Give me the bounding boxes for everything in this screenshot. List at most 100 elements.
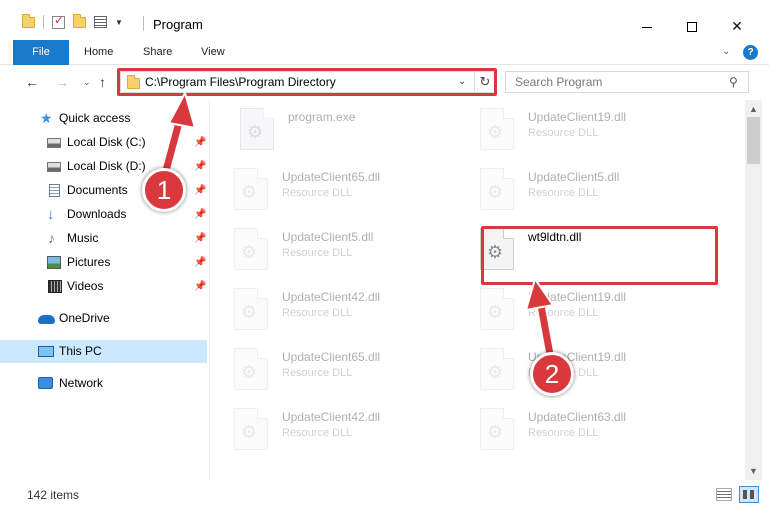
tab-view[interactable]: View: [201, 40, 225, 65]
file-tile[interactable]: ⚙ UpdateClient19.dll Resource DLL: [466, 102, 706, 158]
file-tile[interactable]: ⚙ UpdateClient42.dll Resource DLL: [220, 402, 460, 458]
star-icon: ★: [40, 110, 53, 126]
maximize-button[interactable]: [669, 12, 715, 40]
downloads-icon: ↓: [47, 206, 55, 223]
sidebar-item-label: Local Disk (D:): [67, 159, 146, 173]
search-box[interactable]: Search Program ⚲: [505, 71, 749, 93]
disk-icon: [47, 162, 61, 172]
file-type: Resource DLL: [282, 427, 353, 439]
sidebar-item-music[interactable]: ♪ Music 📌: [0, 227, 207, 250]
pin-icon[interactable]: 📌: [194, 131, 206, 154]
scroll-up-arrow-icon[interactable]: ▲: [749, 104, 758, 114]
dll-file-icon: ⚙: [480, 168, 514, 210]
dll-file-icon: ⚙: [234, 288, 268, 330]
pin-icon[interactable]: 📌: [194, 179, 206, 202]
vertical-scrollbar[interactable]: ▲ ▼: [745, 100, 762, 480]
sidebar-item-network[interactable]: Network: [0, 372, 207, 395]
gear-icon: ⚙: [241, 422, 258, 442]
sidebar-item-local-disk-c[interactable]: Local Disk (C:) 📌: [0, 131, 207, 154]
file-tile[interactable]: ⚙ UpdateClient5.dll Resource DLL: [466, 162, 706, 218]
file-tile[interactable]: ⚙ UpdateClient19.dll Resource DLL: [466, 342, 706, 398]
sidebar-item-pictures[interactable]: Pictures 📌: [0, 251, 207, 274]
gear-icon: ⚙: [241, 302, 258, 322]
videos-icon: [48, 280, 62, 293]
search-icon[interactable]: ⚲: [729, 75, 738, 89]
file-type: Resource DLL: [528, 187, 599, 199]
expand-ribbon-chevron-icon[interactable]: ⌄: [722, 46, 730, 57]
file-type: Resource DLL: [282, 247, 353, 259]
close-button[interactable]: ✕: [714, 12, 760, 40]
status-bar: 142 items: [0, 480, 769, 519]
sidebar-item-this-pc[interactable]: This PC: [0, 340, 207, 363]
search-placeholder[interactable]: Search Program: [515, 75, 602, 89]
pin-icon[interactable]: 📌: [194, 275, 206, 298]
up-arrow-icon[interactable]: ↑: [99, 74, 106, 90]
this-pc-icon: [38, 346, 54, 357]
minimize-button[interactable]: [624, 12, 670, 40]
properties-icon[interactable]: [94, 16, 107, 28]
gear-icon: ⚙: [241, 362, 258, 382]
sidebar-item-label: This PC: [59, 344, 102, 358]
pin-icon[interactable]: 📌: [194, 203, 206, 226]
dll-file-icon: ⚙: [234, 168, 268, 210]
file-tile[interactable]: ⚙ program.exe: [226, 102, 466, 158]
scroll-thumb[interactable]: [747, 117, 760, 164]
sidebar-item-label: Network: [59, 376, 104, 390]
file-tile[interactable]: ⚙ UpdateClient65.dll Resource DLL: [220, 342, 460, 398]
file-tile[interactable]: ⚙ UpdateClient5.dll Resource DLL: [220, 222, 460, 278]
pin-icon[interactable]: 📌: [194, 251, 206, 274]
gear-icon: ⚙: [247, 122, 264, 142]
gear-icon: ⚙: [487, 302, 504, 322]
large-icons-view-icon[interactable]: [739, 486, 759, 503]
recent-locations-chevron-icon[interactable]: ⌄: [83, 77, 91, 88]
dll-file-icon: ⚙: [480, 288, 514, 330]
file-name: UpdateClient5.dll: [282, 230, 374, 244]
file-tile[interactable]: ⚙ UpdateClient65.dll Resource DLL: [220, 162, 460, 218]
tab-home[interactable]: Home: [84, 40, 113, 65]
sidebar-item-quick-access[interactable]: ★ Quick access: [0, 107, 207, 130]
gear-icon: ⚙: [487, 422, 504, 442]
sidebar-item-videos[interactable]: Videos 📌: [0, 275, 207, 298]
sidebar-item-onedrive[interactable]: OneDrive: [0, 307, 207, 330]
gear-icon: ⚙: [241, 182, 258, 202]
file-tile[interactable]: ⚙ UpdateClient42.dll Resource DLL: [220, 282, 460, 338]
dll-file-icon: ⚙: [234, 408, 268, 450]
pin-icon[interactable]: 📌: [194, 155, 206, 178]
file-name: UpdateClient65.dll: [282, 170, 381, 184]
back-arrow-icon[interactable]: ←: [25, 74, 39, 90]
dll-file-icon: ⚙: [234, 348, 268, 390]
help-icon[interactable]: ?: [743, 45, 758, 60]
pin-icon[interactable]: 📌: [194, 227, 206, 250]
new-folder-icon[interactable]: [73, 13, 86, 28]
details-view-icon[interactable]: [716, 488, 732, 501]
file-type: Resource DLL: [528, 127, 599, 139]
dll-file-icon: ⚙: [234, 228, 268, 270]
network-icon: [38, 377, 53, 389]
documents-icon: [49, 184, 60, 197]
file-name: program.exe: [288, 110, 356, 124]
scroll-down-arrow-icon[interactable]: ▼: [749, 466, 758, 476]
step-1-badge: 1: [142, 168, 186, 212]
file-tile[interactable]: ⚙ UpdateClient19.dll Resource DLL: [466, 282, 706, 338]
file-name: UpdateClient42.dll: [282, 290, 381, 304]
properties-check-icon[interactable]: [52, 13, 65, 29]
file-type: Resource DLL: [528, 427, 599, 439]
music-icon: ♪: [48, 230, 55, 246]
sidebar-item-label: Music: [67, 231, 99, 245]
gear-icon: ⚙: [487, 362, 504, 382]
pictures-icon: [47, 256, 61, 269]
tab-file[interactable]: File: [13, 40, 69, 65]
file-name: UpdateClient19.dll: [528, 290, 627, 304]
minimize-icon: [642, 26, 652, 28]
sidebar-item-label: Pictures: [67, 255, 111, 269]
toolbar-separator: [43, 15, 44, 29]
navigation-pane: ★ Quick access Local Disk (C:) 📌 Local D…: [0, 100, 210, 480]
dll-file-icon: ⚙: [480, 408, 514, 450]
file-tile[interactable]: ⚙ UpdateClient63.dll Resource DLL: [466, 402, 706, 458]
customize-toolbar-chevron-icon[interactable]: ▼: [115, 18, 123, 27]
sidebar-item-label: Quick access: [59, 111, 131, 125]
forward-arrow-icon[interactable]: →: [55, 74, 69, 90]
tab-share[interactable]: Share: [143, 40, 172, 65]
exe-file-icon: ⚙: [240, 108, 274, 150]
onedrive-icon: [38, 315, 55, 324]
